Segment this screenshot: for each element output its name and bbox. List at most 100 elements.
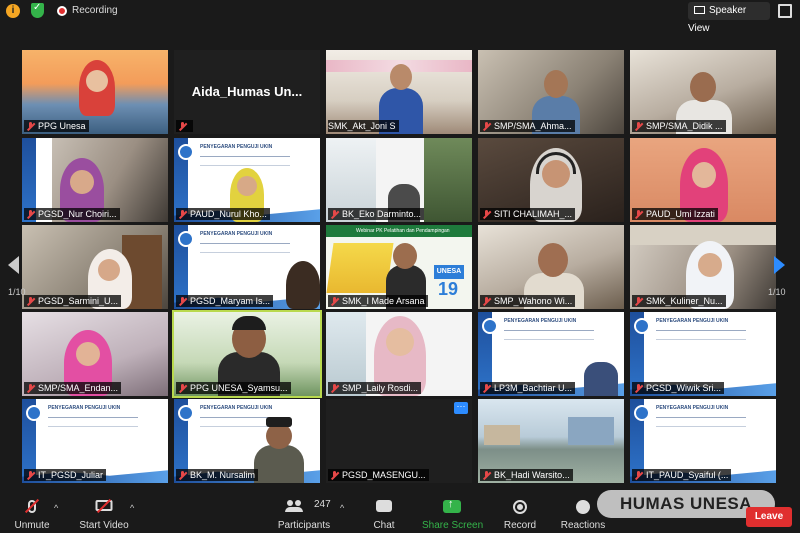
speaker-view-button[interactable]: Speaker View — [688, 2, 770, 34]
participant-tile[interactable]: PENYEGARAN PENGUJI UKIN IT_PGSD_Juliar — [22, 399, 168, 483]
audio-options-caret-icon[interactable]: ^ — [54, 503, 58, 513]
participant-face — [390, 64, 412, 90]
participant-name-label: PAUD_Nurul Kho... — [176, 208, 270, 220]
participants-options-caret-icon[interactable]: ^ — [340, 503, 344, 513]
start-video-button[interactable]: Start Video — [76, 497, 132, 531]
video-options-caret-icon[interactable]: ^ — [130, 503, 134, 513]
participant-tile[interactable]: PENYEGARAN PENGUJI UKIN PGSD_Maryam Is..… — [174, 225, 320, 309]
share-screen-icon — [443, 498, 461, 513]
banner-number: 19 — [438, 279, 459, 299]
plant-background — [424, 138, 472, 222]
start-video-label: Start Video — [79, 520, 129, 531]
reactions-label: Reactions — [560, 520, 606, 531]
participant-name-label: PGSD_Nur Choiri... — [24, 208, 120, 220]
info-icon[interactable]: i — [6, 4, 20, 18]
next-page-arrow-icon[interactable] — [774, 256, 785, 274]
top-bar: i Recording Speaker View — [0, 0, 800, 34]
muted-mic-icon — [482, 121, 491, 131]
participant-name-label: PPG Unesa — [24, 120, 89, 132]
unmute-button[interactable]: Unmute — [10, 497, 54, 531]
zoom-window: i Recording Speaker View PPG Unesa Aida_… — [0, 0, 800, 533]
webinar-banner-header: Webinar PK Pelatihan dan Pendampingan — [326, 225, 472, 237]
participants-button[interactable]: 247 Participants — [276, 497, 332, 531]
participant-tile[interactable]: SMK_Kuliner_Nu... — [630, 225, 776, 309]
speaker-view-icon — [694, 6, 705, 14]
slide-title: PENYEGARAN PENGUJI UKIN — [48, 405, 121, 411]
fullscreen-icon[interactable] — [778, 4, 792, 18]
participant-tile[interactable]: PENYEGARAN PENGUJI UKIN PGSD_Wiwik Sri..… — [630, 312, 776, 396]
participant-face — [70, 170, 94, 194]
muted-mic-icon — [482, 470, 491, 480]
muted-mic-icon — [330, 209, 339, 219]
participant-tile[interactable]: BK_Hadi Warsito... — [478, 399, 624, 483]
participant-tile[interactable]: SMP_Laily Rosdi... — [326, 312, 472, 396]
participant-name-label: SMP_Laily Rosdi... — [328, 382, 422, 394]
leave-button[interactable]: Leave — [746, 507, 792, 527]
active-speaker-tile[interactable]: PPG UNESA_Syamsu... — [172, 310, 322, 398]
participant-tile[interactable]: SMK_Akt_Joni S — [326, 50, 472, 134]
muted-mic-icon — [482, 209, 491, 219]
participant-hair — [232, 316, 266, 330]
slide-title: PENYEGARAN PENGUJI UKIN — [656, 405, 729, 411]
participant-tile[interactable]: BK_Eko Darminto... — [326, 138, 472, 222]
share-screen-button[interactable]: Share Screen — [422, 497, 483, 531]
muted-mic-icon — [178, 209, 187, 219]
participant-face — [86, 70, 108, 92]
slide-title: PENYEGARAN PENGUJI UKIN — [200, 144, 273, 150]
security-shield-icon[interactable] — [31, 2, 44, 18]
participant-face — [692, 162, 716, 188]
participant-face — [393, 243, 417, 269]
participant-count: 247 — [314, 499, 331, 510]
participant-name-label: PGSD_MASENGU... — [328, 469, 429, 481]
brand-label: UNESA — [434, 265, 464, 279]
building-background — [484, 425, 520, 445]
participant-tile[interactable]: SMP/SMA_Endan... — [22, 312, 168, 396]
participant-name-label: IT_PGSD_Juliar — [24, 469, 107, 481]
participant-name-label: SITI CHALIMAH_... — [480, 208, 576, 220]
participant-tile[interactable]: PENYEGARAN PENGUJI UKIN IT_PAUD_Syaiful … — [630, 399, 776, 483]
participant-face — [98, 259, 120, 281]
participant-tile[interactable]: Webinar PK Pelatihan dan Pendampingan UN… — [326, 225, 472, 309]
record-icon — [513, 500, 527, 514]
participant-tile[interactable]: PGSD_Sarmini_U... — [22, 225, 168, 309]
more-options-button[interactable]: ··· — [454, 402, 468, 414]
slide-title: PENYEGARAN PENGUJI UKIN — [504, 318, 577, 324]
participant-tile[interactable]: SMP_Wahono Wi... — [478, 225, 624, 309]
previous-page-arrow-icon[interactable] — [8, 256, 19, 274]
muted-mic-icon — [634, 470, 643, 480]
participant-tile[interactable]: Aida_Humas Un... — [174, 50, 320, 134]
muted-mic-icon — [634, 121, 643, 131]
chat-icon — [376, 500, 392, 512]
participant-tile[interactable]: SITI CHALIMAH_... — [478, 138, 624, 222]
participant-tile[interactable]: SMP/SMA_Didik ... — [630, 50, 776, 134]
participant-tile[interactable]: SMP/SMA_Ahma... — [478, 50, 624, 134]
smiley-reaction-icon — [576, 500, 590, 514]
building-background — [568, 417, 614, 445]
participant-tile[interactable]: PAUD_Umi Izzati — [630, 138, 776, 222]
participant-tile[interactable]: PPG Unesa — [22, 50, 168, 134]
participant-name-label: BK_M. Nursalim — [176, 469, 259, 481]
record-label: Record — [503, 520, 537, 531]
participant-face — [544, 70, 568, 98]
slide-title: PENYEGARAN PENGUJI UKIN — [200, 231, 273, 237]
chat-button[interactable]: Chat — [364, 497, 404, 531]
participant-tile[interactable]: PENYEGARAN PENGUJI UKIN PAUD_Nurul Kho..… — [174, 138, 320, 222]
participant-face — [386, 328, 414, 356]
participant-tile[interactable]: PENYEGARAN PENGUJI UKIN BK_M. Nursalim — [174, 399, 320, 483]
muted-mic-icon — [634, 209, 643, 219]
participant-tile[interactable]: ··· PGSD_MASENGU... — [326, 399, 472, 483]
participant-tile[interactable]: PGSD_Nur Choiri... — [22, 138, 168, 222]
muted-mic-icon — [26, 209, 35, 219]
muted-mic-icon — [482, 296, 491, 306]
chat-label: Chat — [373, 520, 395, 531]
participant-tile[interactable]: PENYEGARAN PENGUJI UKIN LP3M_Bachtiar U.… — [478, 312, 624, 396]
participants-icon — [285, 500, 303, 512]
muted-mic-icon — [26, 121, 35, 131]
webinar-banner-art — [326, 243, 394, 293]
record-button[interactable]: Record — [500, 497, 540, 531]
participant-name-label: PGSD_Maryam Is... — [176, 295, 274, 307]
peci-cap — [266, 417, 292, 427]
recording-label: Recording — [72, 5, 118, 16]
muted-mic-icon — [26, 383, 35, 393]
participant-name-label: SMK_I Made Arsana — [328, 295, 428, 307]
